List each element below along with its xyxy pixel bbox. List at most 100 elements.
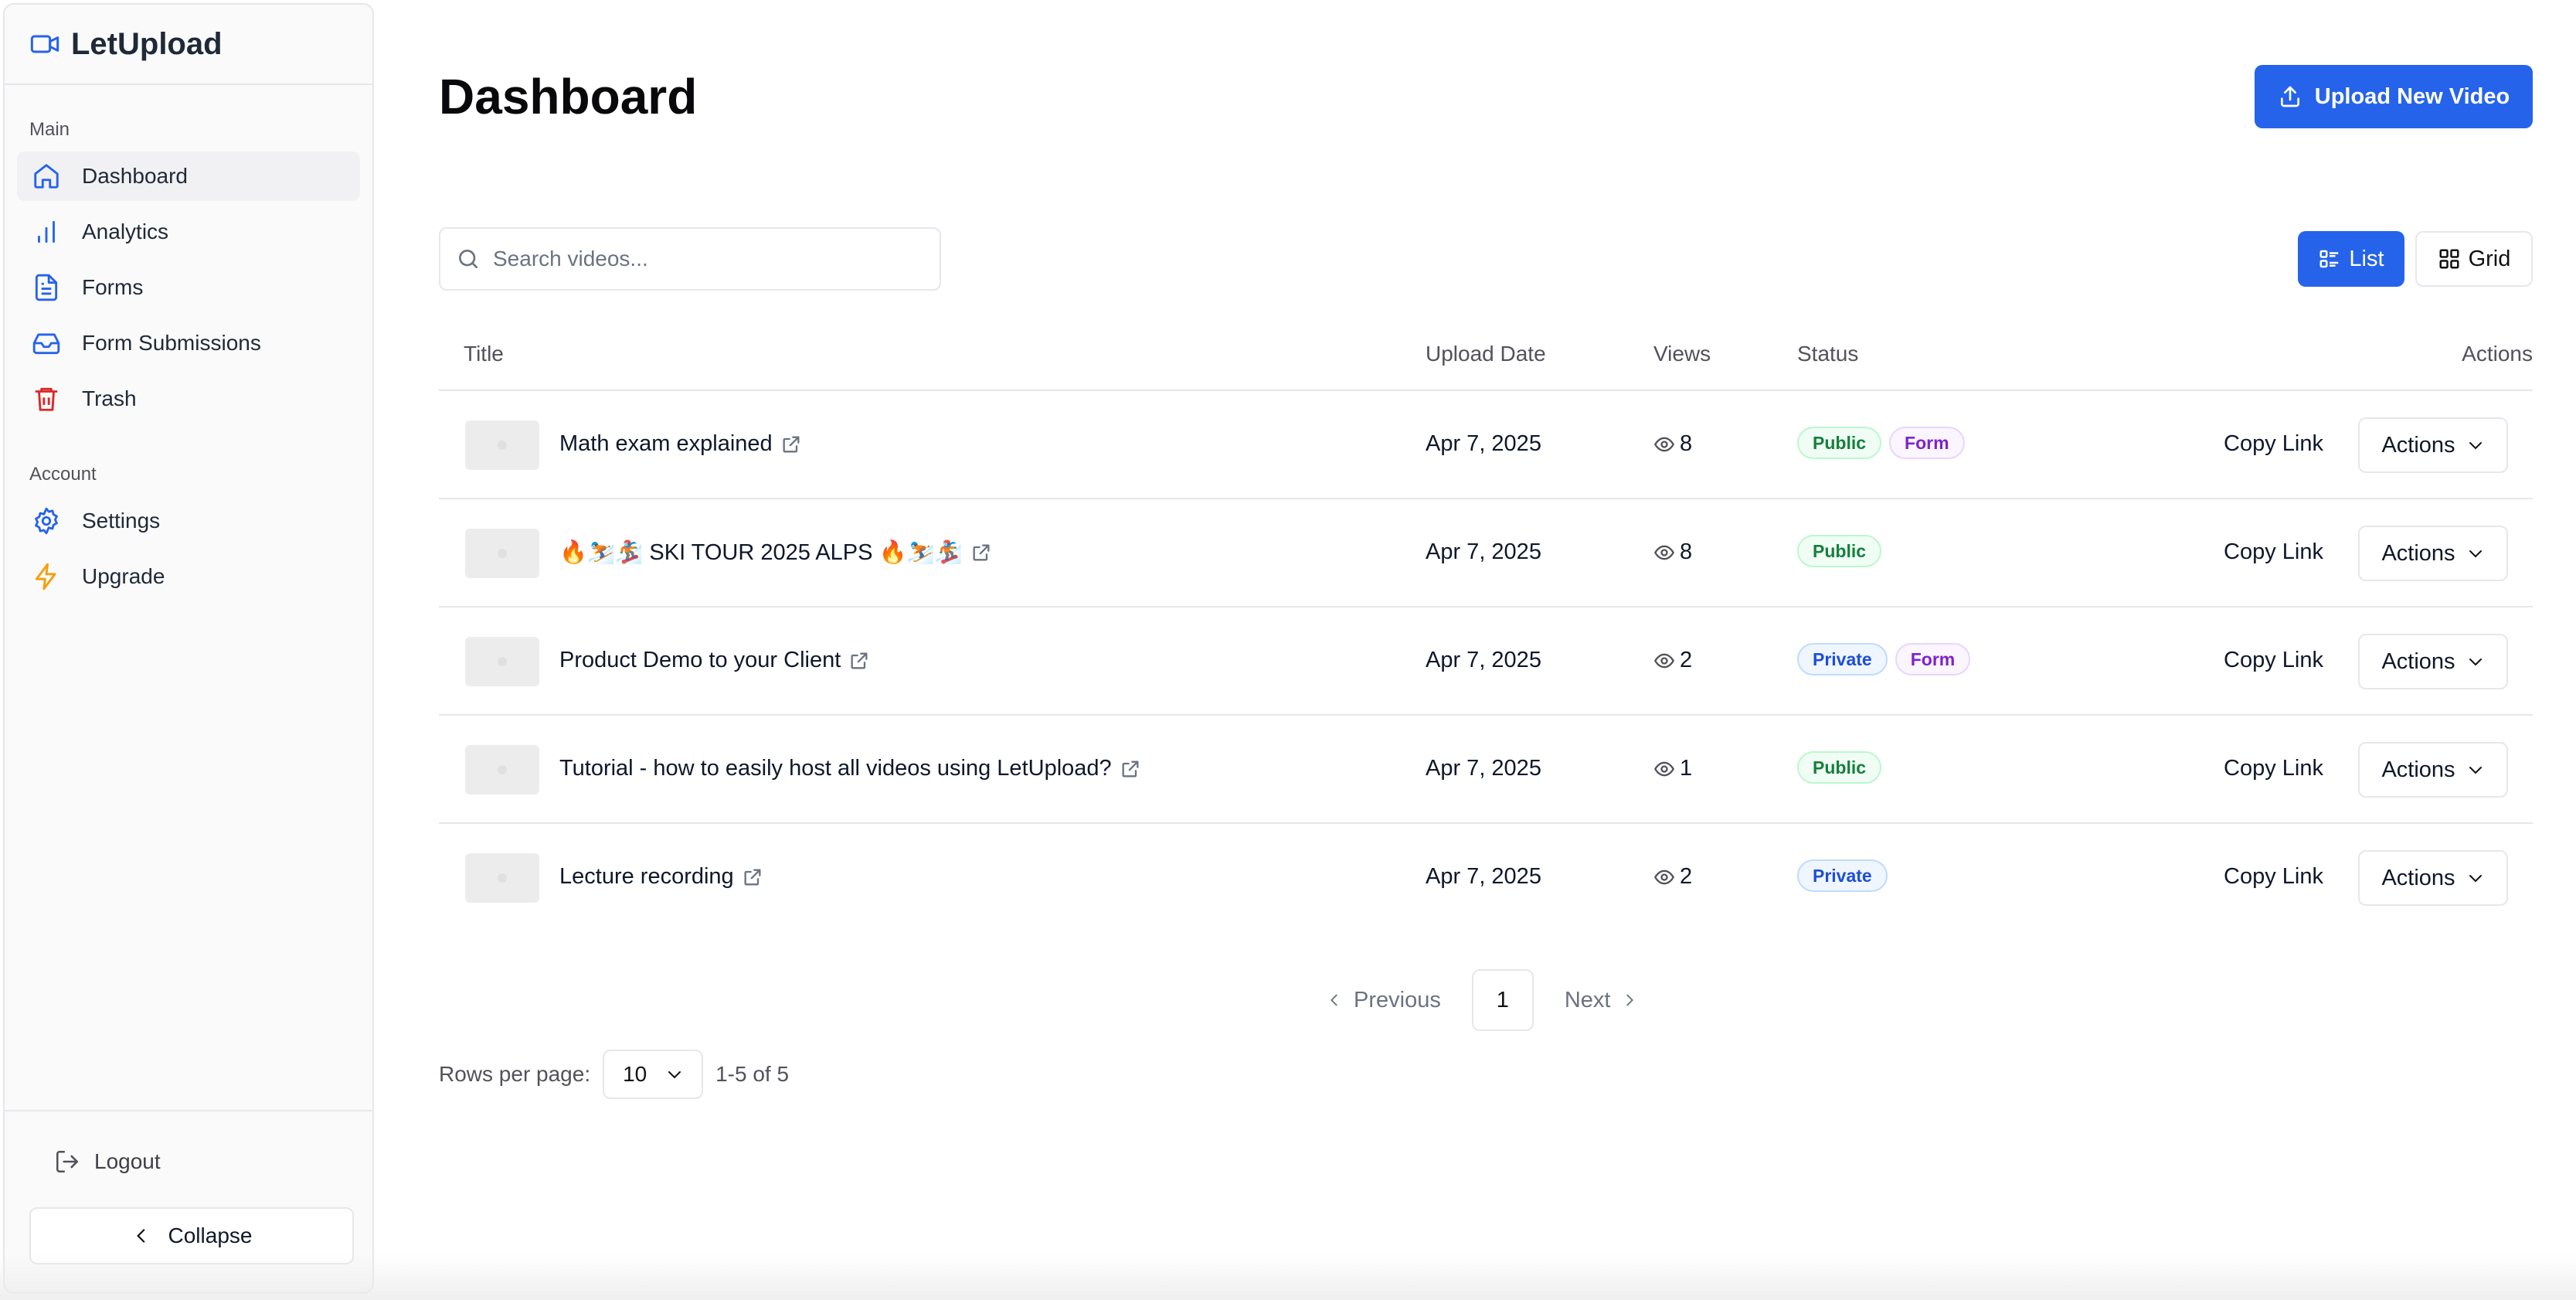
logout-button[interactable]: Logout (54, 1149, 161, 1175)
video-title-link[interactable]: Product Demo to your Client (559, 648, 870, 673)
previous-page-button[interactable]: Previous (1326, 988, 1441, 1013)
collapse-label: Collapse (168, 1223, 253, 1247)
upload-new-video-button[interactable]: Upload New Video (2255, 65, 2533, 128)
actions-dropdown-button[interactable]: Actions (2358, 526, 2508, 581)
gear-icon (31, 505, 62, 536)
views-value: 2 (1680, 864, 1693, 889)
external-link-icon[interactable] (1120, 758, 1141, 780)
eye-icon (1653, 434, 1680, 455)
sidebar-item-dashboard[interactable]: Dashboard (17, 151, 360, 201)
thumbnail-placeholder-icon (498, 765, 507, 774)
video-title: Product Demo to your Client (559, 648, 841, 672)
sidebar-item-settings[interactable]: Settings (17, 496, 360, 546)
sidebar-item-label: Form Submissions (82, 331, 261, 355)
actions-dropdown-button[interactable]: Actions (2358, 634, 2508, 689)
video-thumbnail[interactable] (465, 529, 539, 578)
pagination: Previous 1 Next (1326, 969, 1638, 1031)
column-header-status: Status (1797, 342, 1859, 366)
sidebar-item-forms[interactable]: Forms (17, 263, 360, 312)
video-title-link[interactable]: Math exam explained (559, 431, 802, 457)
next-page-button[interactable]: Next (1565, 988, 1639, 1013)
table-row: Lecture recording Apr 7, 2025 2 Private Copy… (439, 824, 2533, 932)
eye-icon (1653, 758, 1680, 780)
column-header-upload-date[interactable]: Upload Date (1426, 342, 1546, 366)
copy-link-button[interactable]: Copy Link (2224, 648, 2323, 673)
status-badges: Private (1797, 859, 1895, 892)
previous-label: Previous (1354, 987, 1441, 1012)
chevron-down-icon (2455, 869, 2485, 887)
thumbnail-placeholder-icon (498, 873, 507, 883)
document-icon (31, 272, 62, 303)
eye-icon (1653, 650, 1680, 672)
column-header-title[interactable]: Title (464, 342, 504, 366)
video-title-link[interactable]: 🔥⛷️🏂 SKI TOUR 2025 ALPS 🔥⛷️🏂 (559, 539, 992, 566)
app-name: LetUpload (71, 26, 223, 61)
column-header-views[interactable]: Views (1653, 342, 1711, 366)
actions-dropdown-button[interactable]: Actions (2358, 417, 2508, 473)
view-grid-label: Grid (2468, 246, 2511, 271)
external-link-icon[interactable] (970, 542, 992, 563)
sidebar-item-analytics[interactable]: Analytics (17, 207, 360, 257)
views-count: 2 (1653, 648, 1692, 673)
rows-per-page-value: 10 (623, 1062, 647, 1086)
copy-link-button[interactable]: Copy Link (2224, 431, 2323, 457)
actions-label: Actions (2381, 540, 2455, 566)
views-count: 1 (1653, 756, 1692, 781)
views-value: 1 (1680, 756, 1693, 781)
video-thumbnail[interactable] (465, 745, 539, 795)
view-list-button[interactable]: List (2298, 231, 2404, 287)
video-title-link[interactable]: Tutorial - how to easily host all videos… (559, 756, 1141, 781)
copy-link-button[interactable]: Copy Link (2224, 539, 2323, 565)
views-count: 8 (1653, 539, 1692, 565)
sidebar-item-label: Dashboard (82, 164, 188, 188)
views-value: 2 (1680, 648, 1693, 672)
video-title: Lecture recording (559, 864, 734, 889)
view-list-label: List (2349, 246, 2384, 271)
thumbnail-placeholder-icon (498, 549, 507, 558)
views-count: 8 (1653, 431, 1692, 457)
video-title-link[interactable]: Lecture recording (559, 864, 763, 890)
copy-link-button[interactable]: Copy Link (2224, 864, 2323, 890)
upload-icon (2280, 86, 2299, 107)
video-thumbnail[interactable] (465, 637, 539, 686)
status-badge: Private (1797, 643, 1888, 676)
form-badge: Form (1889, 427, 1965, 459)
upload-date: Apr 7, 2025 (1426, 756, 1541, 781)
actions-dropdown-button[interactable]: Actions (2358, 742, 2508, 798)
video-thumbnail[interactable] (465, 420, 539, 470)
sidebar-item-label: Upgrade (82, 564, 165, 588)
actions-label: Actions (2381, 757, 2455, 782)
sidebar-item-form-submissions[interactable]: Form Submissions (17, 318, 360, 368)
section-label-account: Account (29, 464, 97, 485)
page-1-button[interactable]: 1 (1471, 969, 1534, 1031)
search-input[interactable] (493, 247, 926, 271)
external-link-icon[interactable] (742, 866, 763, 888)
views-count: 2 (1653, 864, 1692, 890)
chevron-left-icon (136, 1229, 144, 1243)
upload-button-label: Upload New Video (2314, 83, 2510, 109)
chevron-right-icon (1626, 994, 1634, 1006)
sidebar-item-upgrade[interactable]: Upgrade (17, 552, 360, 601)
chevron-down-icon (668, 1071, 681, 1079)
sidebar-item-trash[interactable]: Trash (17, 374, 360, 424)
external-link-icon[interactable] (780, 434, 802, 455)
video-title: 🔥⛷️🏂 SKI TOUR 2025 ALPS 🔥⛷️🏂 (559, 540, 963, 565)
status-badge: Private (1797, 859, 1888, 892)
copy-link-button[interactable]: Copy Link (2224, 756, 2323, 781)
status-badges: Public (1797, 535, 1889, 567)
brand[interactable]: LetUpload (5, 5, 372, 85)
actions-dropdown-button[interactable]: Actions (2358, 850, 2508, 906)
rows-per-page-select[interactable]: 10 (603, 1050, 704, 1099)
chevron-left-icon (1330, 994, 1337, 1006)
video-title: Tutorial - how to easily host all videos… (559, 756, 1112, 781)
view-grid-button[interactable]: Grid (2415, 231, 2533, 287)
chevron-down-icon (2455, 544, 2485, 563)
external-link-icon[interactable] (848, 650, 870, 672)
sidebar-item-label: Analytics (82, 220, 169, 243)
page-range: 1-5 of 5 (715, 1062, 790, 1086)
trash-icon (31, 383, 62, 414)
chevron-down-icon (2455, 436, 2485, 454)
video-thumbnail[interactable] (465, 853, 539, 903)
table-row: Tutorial - how to easily host all videos… (439, 716, 2533, 824)
status-badge: Public (1797, 535, 1882, 567)
